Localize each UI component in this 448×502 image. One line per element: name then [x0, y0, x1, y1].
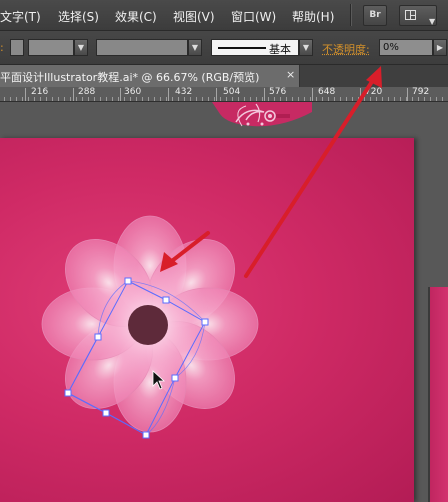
anchor-handle[interactable]	[64, 389, 72, 397]
flower-center	[128, 305, 168, 345]
anchor-handle[interactable]	[162, 296, 170, 304]
anchor-handle[interactable]	[142, 431, 150, 439]
anchor-handle[interactable]	[201, 318, 209, 326]
anchor-handle[interactable]	[124, 277, 132, 285]
flower-artwork[interactable]	[41, 215, 259, 433]
anchor-handle[interactable]	[94, 333, 102, 341]
annotation-arrow-icon	[244, 66, 382, 278]
anchor-handle[interactable]	[171, 374, 179, 382]
anchor-handle[interactable]	[102, 409, 110, 417]
artwork-overlay	[41, 66, 382, 439]
